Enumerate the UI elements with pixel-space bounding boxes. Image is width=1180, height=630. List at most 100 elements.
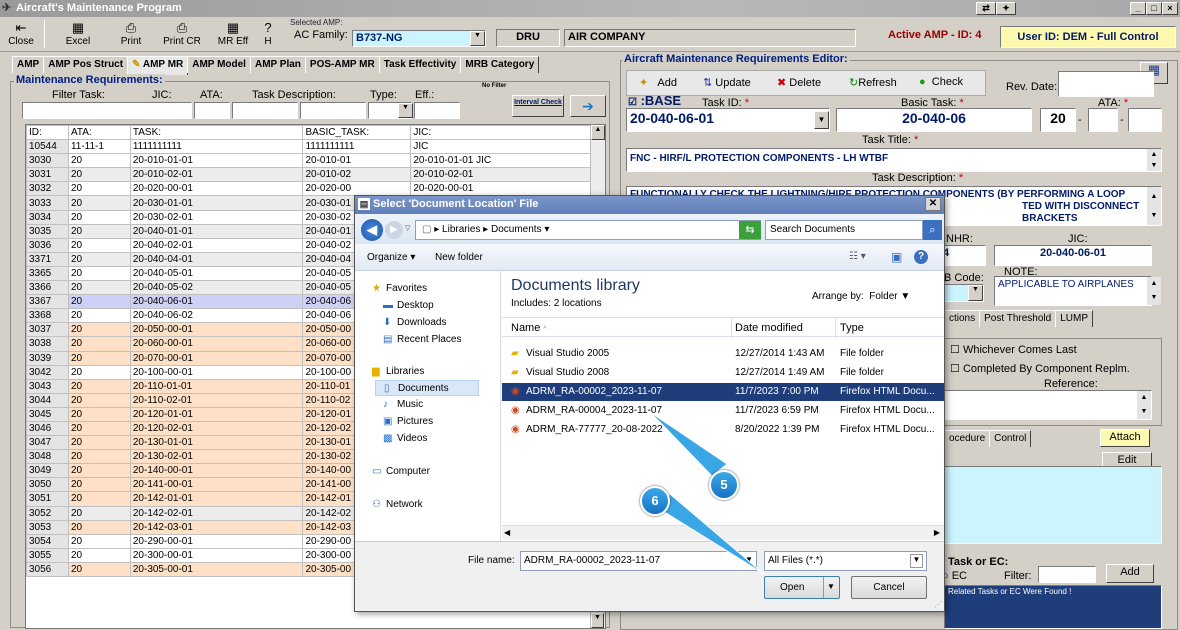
rev-date-input[interactable] (1058, 71, 1154, 97)
back-icon[interactable]: ◀ (361, 219, 383, 241)
open-button[interactable]: Open ▼ (764, 576, 840, 599)
nav-pictures[interactable]: ▣ Pictures (383, 416, 433, 427)
table-row[interactable]: 10544 11-11-1 1111111111 1111111111 JIC (26, 139, 592, 155)
scroll-up-icon[interactable]: ▲ (591, 125, 605, 140)
cancel-button[interactable]: Cancel (851, 576, 927, 599)
filter-input[interactable] (1038, 566, 1096, 583)
chevron-down-icon[interactable]: ▼ (910, 554, 923, 568)
add-related-button[interactable]: Add (1106, 564, 1154, 583)
column-header[interactable]: BASIC_TASK: (302, 125, 412, 141)
forward-icon[interactable]: ▶ (385, 221, 403, 239)
file-name-input[interactable]: ADRM_RA-00002_2023-11-07 ▼ (520, 551, 757, 571)
dialog-close-button[interactable]: ✕ (925, 197, 941, 211)
task-title-field[interactable]: FNC - HIRF/L PROTECTION COMPONENTS - LH … (626, 148, 1162, 172)
scroll-updown-icon[interactable]: ▲ ▼ (1147, 149, 1161, 171)
search-input[interactable]: Search Documents (765, 220, 923, 240)
tab-control[interactable]: Control (989, 430, 1032, 447)
horizontal-scrollbar[interactable]: ◀ ▶ (502, 525, 944, 540)
col-name[interactable]: Name ^ (511, 322, 547, 334)
base-checkbox[interactable]: ☑ :BASE (628, 93, 681, 108)
refresh-button[interactable]: ↻Refresh (849, 76, 897, 89)
table-row[interactable]: 3030 20 20-010-01-01 20-010-01 20-010-01-01 … (26, 153, 592, 169)
address-bar[interactable]: ▢ ▸ Libraries ▸ Documents ▾ ▼ (415, 220, 761, 240)
nav-favorites[interactable]: ★ Favorites (372, 283, 427, 294)
reference-field[interactable] (944, 390, 1152, 420)
update-button[interactable]: ⇅ Update (703, 76, 751, 89)
jic-input[interactable] (194, 102, 230, 119)
view-icon[interactable]: ☷ ▾ (849, 251, 866, 262)
file-type-select[interactable]: All Files (*.*) ▼ (764, 551, 927, 571)
nav-recent[interactable]: ▤ Recent Places (383, 334, 461, 345)
nav-desktop[interactable]: ▬ Desktop (383, 300, 434, 311)
resize-grip-icon[interactable]: ⋰ (934, 600, 942, 609)
print-cr-button[interactable]: ⎙ Print CR (162, 19, 202, 50)
nav-downloads[interactable]: ⬇ Downloads (383, 317, 446, 328)
completed-checkbox[interactable]: ☐ Completed By Component Replm. (950, 362, 1130, 375)
search-icon[interactable]: ⌕ (923, 220, 942, 240)
column-header[interactable]: TASK: (129, 125, 304, 141)
close-window-button[interactable]: × (1162, 2, 1178, 15)
task-id-field[interactable]: 20-040-06-01 (626, 108, 830, 132)
tab-task-effectivity[interactable]: Task Effectivity (378, 56, 462, 73)
file-row[interactable]: ◉ ADRM_RA-77777_20-08-2022 8/20/2022 1:39 … (502, 421, 944, 439)
network-icon[interactable]: ⇄ (976, 2, 996, 15)
preview-pane-icon[interactable]: ▣ (891, 250, 902, 264)
arrow-right-icon[interactable]: ➔ (570, 95, 606, 117)
column-header[interactable]: ID: (26, 125, 69, 141)
help-button[interactable]: ? H (260, 19, 276, 50)
file-row[interactable]: ◉ ADRM_RA-00004_2023-11-07 11/7/2023 6:59 … (502, 402, 944, 420)
scroll-right-icon[interactable]: ▶ (934, 528, 940, 537)
ata-field[interactable]: 20 (1040, 108, 1076, 132)
task-desc-input[interactable] (300, 102, 366, 119)
nav-libraries[interactable]: ▆ Libraries (372, 366, 424, 377)
file-row[interactable]: ▰ Visual Studio 2005 12/27/2014 1:43 AM Fil… (502, 345, 944, 363)
ata-sub2-field[interactable] (1128, 108, 1162, 132)
mr-eff-button[interactable]: ▦ MR Eff (216, 19, 250, 50)
chevron-down-icon[interactable]: ▼ (827, 582, 835, 591)
add-button[interactable]: ✦ Add (639, 76, 677, 89)
tab-actions[interactable]: ctions (944, 310, 981, 327)
tab-amp-mr[interactable]: ✎ AMP MR (127, 56, 189, 75)
chevron-down-icon[interactable]: ▼ (814, 111, 829, 129)
minimize-button[interactable]: _ (1130, 2, 1146, 15)
jic-field[interactable]: 20-040-06-01 (994, 245, 1152, 266)
tab-amp-model[interactable]: AMP Model (187, 56, 251, 73)
organize-button[interactable]: Organize ▾ (367, 252, 415, 263)
close-button[interactable]: ⇤ Close (6, 19, 36, 50)
procedure-area[interactable] (944, 466, 1162, 544)
basic-task-field[interactable]: 20-040-06 (836, 108, 1032, 132)
interval-check-button[interactable]: Interval Check (512, 95, 564, 117)
file-row[interactable]: ◉ ADRM_RA-00002_2023-11-07 11/7/2023 7:00 … (502, 383, 944, 401)
nav-computer[interactable]: ▭ Computer (372, 466, 430, 477)
scroll-updown-icon[interactable]: ▲ ▼ (1147, 277, 1161, 305)
tab-amp-pos-struct[interactable]: AMP Pos Struct (43, 56, 129, 73)
table-row[interactable]: 3031 20 20-010-02-01 20-010-02 20-010-02-01 (26, 167, 592, 183)
breadcrumb-libraries[interactable]: Libraries (442, 224, 480, 235)
scroll-down-icon[interactable]: ▼ (591, 613, 604, 628)
col-date[interactable]: Date modified (735, 322, 803, 334)
maximize-button[interactable]: □ (1146, 2, 1162, 15)
nav-videos[interactable]: ▩ Videos (383, 433, 427, 444)
chevron-down-icon[interactable]: ▼ (398, 103, 413, 118)
new-folder-button[interactable]: New folder (435, 252, 483, 263)
column-header[interactable]: JIC: (410, 125, 592, 141)
col-type[interactable]: Type (840, 322, 864, 334)
excel-button[interactable]: ▦ Excel (62, 19, 94, 50)
nav-documents[interactable]: ▯ Documents (375, 380, 479, 396)
nav-music[interactable]: ♪ Music (383, 399, 423, 410)
filter-task-input[interactable] (22, 102, 192, 119)
refresh-icon[interactable]: ⇆ (739, 221, 761, 239)
breadcrumb-documents[interactable]: Documents (491, 224, 542, 235)
chevron-down-icon[interactable]: ▼ (968, 285, 983, 301)
nav-network[interactable]: ⚇ Network (372, 499, 423, 510)
tab-mrb-category[interactable]: MRB Category (460, 56, 540, 73)
whichever-checkbox[interactable]: ☐ Whichever Comes Last (950, 343, 1077, 356)
tools-icon[interactable]: ✦ (996, 2, 1016, 15)
note-field[interactable]: APPLICABLE TO AIRPLANES (994, 276, 1152, 306)
related-tasks-list[interactable]: Related Tasks or EC Were Found ! (944, 585, 1162, 629)
tab-amp-plan[interactable]: AMP Plan (249, 56, 306, 73)
file-row[interactable]: ▰ Visual Studio 2008 12/27/2014 1:49 AM Fil… (502, 364, 944, 382)
table-row[interactable]: 3032 20 20-020-00-01 20-020-00 20-020-00-01 (26, 181, 592, 197)
tab-post-threshold[interactable]: Post Threshold (979, 310, 1057, 327)
scroll-updown-icon[interactable]: ▲ ▼ (1137, 391, 1151, 419)
